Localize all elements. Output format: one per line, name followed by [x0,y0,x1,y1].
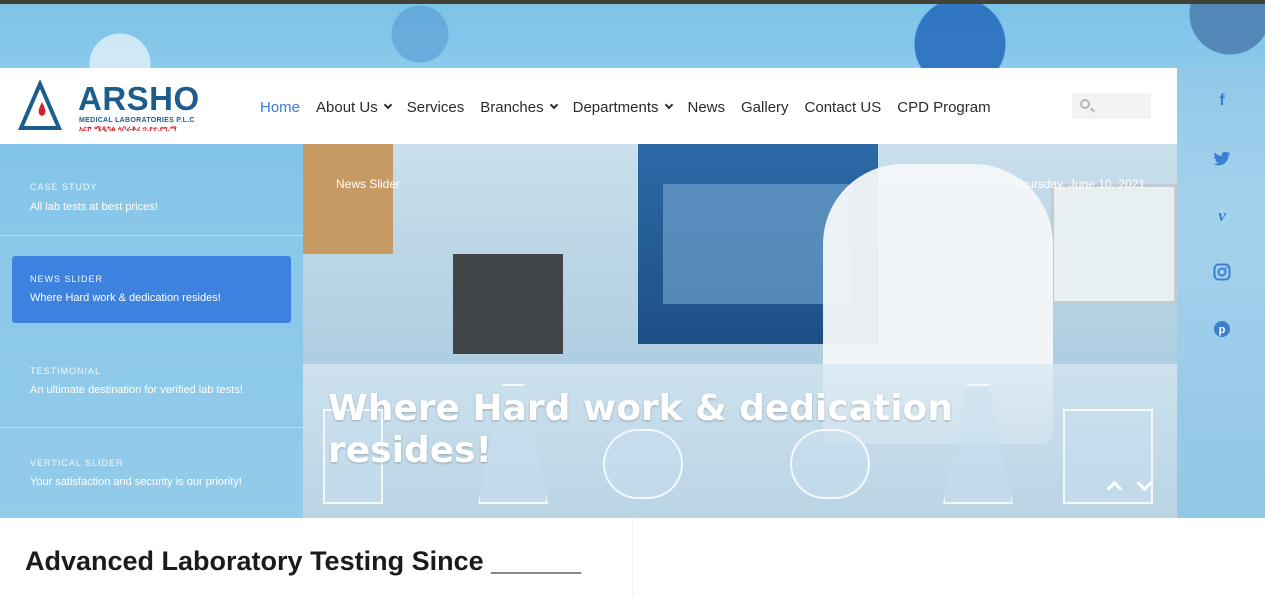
slider-tab-case-study[interactable]: CASE STUDY All lab tests at best prices! [0,144,303,236]
nav-home-label: Home [260,98,301,116]
pinterest-icon[interactable]: p [1213,320,1231,338]
logo-title: ARSHO [78,80,200,117]
slider-tab-label: VERTICAL SLIDER [30,458,124,468]
slider-tab-vertical-slider[interactable]: VERTICAL SLIDER Your satisfaction and se… [0,428,303,520]
logo-subtitle: MEDICAL LABORATORIES P.L.C [79,117,195,124]
slide-title[interactable]: Where Hard work & dedication resides! [328,388,1028,472]
instagram-icon[interactable] [1213,263,1231,281]
hero-slide: News Slider Thursday, June 10, 2021 Wher… [303,144,1177,518]
chevron-down-icon[interactable] [1135,477,1153,495]
chevron-down-icon [664,100,673,110]
slider-tab-label: CASE STUDY [30,182,98,192]
site-header: ARSHO MEDICAL LABORATORIES P.L.C አርሾ ሜዲካ… [0,68,1177,144]
nav-news-label: News [687,98,726,116]
slider-tab-news-slider[interactable]: NEWS SLIDER Where Hard work & dedication… [12,256,291,323]
nav-about-us-label: About Us [316,98,378,116]
slider-tab-label: TESTIMONIAL [30,366,102,376]
search-box[interactable] [1072,93,1151,119]
logo[interactable]: ARSHO MEDICAL LABORATORIES P.L.C አርሾ ሜዲካ… [18,80,218,136]
slide-category[interactable]: News Slider [336,177,400,191]
nav-gallery-label: Gallery [741,98,789,116]
social-sidebar: f v p [1177,68,1265,518]
hero-image-screen [1051,184,1177,304]
slider-tabs: CASE STUDY All lab tests at best prices!… [0,144,303,518]
svg-text:p: p [1219,324,1226,336]
nav-contact-us-label: Contact US [804,98,882,116]
hero-image-wall [303,144,393,254]
nav-cpd-program[interactable]: CPD Program [897,99,990,116]
nav-departments-label: Departments [572,98,659,116]
nav-contact-us[interactable]: Contact US [805,99,882,116]
slider-tab-label: NEWS SLIDER [30,274,104,284]
nav-branches-label: Branches [480,98,544,116]
main-nav: Home About Us Services Branches Departme… [260,96,1007,118]
slider-tab-desc: An ultimate destination for verified lab… [30,384,243,396]
vimeo-icon[interactable]: v [1213,206,1231,225]
nav-about-us[interactable]: About Us [316,98,392,116]
slider-tab-desc: All lab tests at best prices! [30,201,158,213]
slider-tab-testimonial[interactable]: TESTIMONIAL An ultimate destination for … [0,336,303,428]
search-input[interactable] [1096,96,1148,116]
nav-departments[interactable]: Departments [572,98,673,116]
intro-section: Advanced Laboratory Testing Since ______ [0,518,1265,597]
logo-triangle-icon [18,80,63,130]
chevron-down-icon [383,100,392,110]
nav-home[interactable]: Home [260,99,300,116]
section-heading: Advanced Laboratory Testing Since ______ [25,546,582,576]
search-icon[interactable] [1080,99,1090,109]
divider [632,518,633,597]
nav-cpd-program-label: CPD Program [897,98,991,116]
facebook-icon[interactable]: f [1213,92,1231,110]
nav-services[interactable]: Services [407,99,465,116]
slider-tab-desc: Your satisfaction and security is our pr… [30,476,242,488]
nav-gallery[interactable]: Gallery [741,99,789,116]
slide-date: Thursday, June 10, 2021 [1013,177,1145,191]
nav-services-label: Services [406,98,465,116]
chevron-up-icon[interactable] [1105,477,1123,495]
slider-tab-desc: Where Hard work & dedication resides! [30,292,221,304]
twitter-icon[interactable] [1213,151,1231,169]
hero-image-equipment [453,254,563,354]
nav-branches[interactable]: Branches [480,98,558,116]
logo-amharic-subtitle: አርሾ ሜዲካል ላቦራቶሪ ኃ.የተ.የግ.ማ [79,126,177,133]
slider-controls [1105,477,1153,495]
nav-news[interactable]: News [688,99,726,116]
chevron-down-icon [549,100,558,110]
